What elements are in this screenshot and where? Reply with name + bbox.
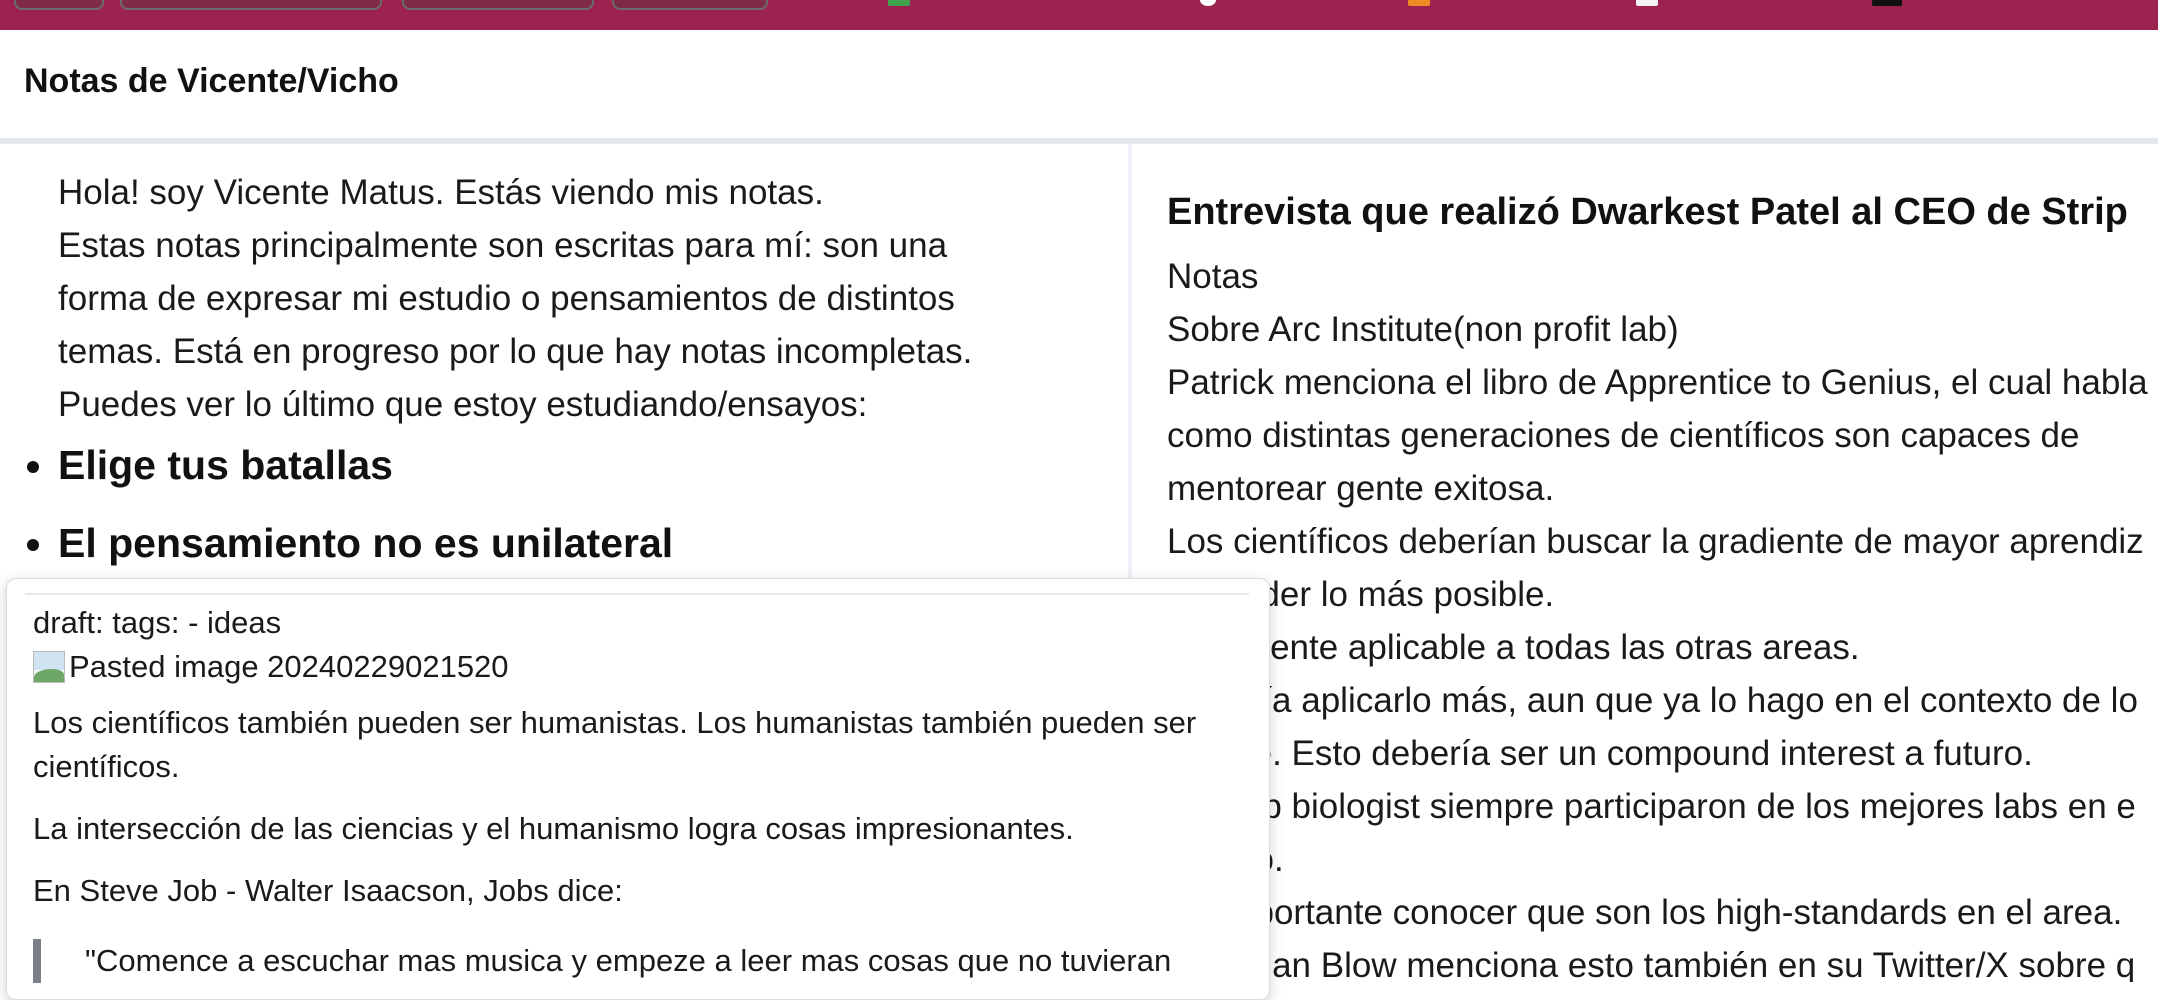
intro-line: Estas notas principalmente son escritas … — [58, 226, 948, 265]
intro-line: Puedes ver lo último que estoy estudiand… — [58, 385, 868, 424]
preview-frontmatter: draft: tags: - ideas — [33, 605, 282, 640]
stacked-note-panel[interactable]: Entrevista que realizó Dwarkest Patel al… — [1132, 144, 2158, 982]
preview-content: draft: tags: - ideas Pasted image 202402… — [33, 601, 1243, 983]
browser-bookmarks-bar — [0, 0, 2158, 30]
note-line: mentorear gente exitosa. — [1167, 469, 1555, 508]
note-line: Sobre Arc Institute(non profit lab) — [1167, 310, 1679, 349]
note-line: Los top biologist siempre participaron d… — [1167, 787, 2136, 826]
preview-paragraph: En Steve Job - Walter Isaacson, Jobs dic… — [33, 873, 623, 908]
preview-paragraph: La intersección de las ciencias y el hum… — [33, 811, 1074, 846]
bookmark-icon[interactable] — [1408, 0, 1430, 6]
note-article: Entrevista que realizó Dwarkest Patel al… — [1167, 186, 2158, 982]
note-line: Totalmente aplicable a todas las otras a… — [1167, 628, 1860, 667]
browser-tab[interactable] — [612, 0, 768, 10]
note-line: Aprender lo más posible. — [1167, 575, 1555, 614]
note-line: Jonathan Blow menciona esto también en s… — [1167, 946, 2136, 982]
preview-paragraph: científicos. — [33, 749, 180, 784]
note-line: Los científicos deberían buscar la gradi… — [1167, 522, 2144, 561]
browser-tab[interactable] — [14, 0, 104, 10]
browser-tab[interactable] — [402, 0, 594, 10]
note-line: Patrick menciona el libro de Apprentice … — [1167, 363, 2148, 402]
note-line: mundo. — [1167, 833, 2158, 886]
note-line: Debería aplicarlo más, aun que ya lo hag… — [1167, 681, 2138, 720]
intro-line: Hola! soy Vicente Matus. Estás viendo mi… — [58, 173, 824, 212]
preview-paragraph: Los científicos también pueden ser human… — [33, 705, 1197, 740]
popup-divider — [25, 593, 1249, 595]
link-preview-popup[interactable]: draft: tags: - ideas Pasted image 202402… — [6, 578, 1270, 1000]
note-line: que se. Esto debería ser un compound int… — [1167, 734, 2033, 773]
site-title[interactable]: Notas de Vicente/Vicho — [24, 62, 399, 101]
note-line: como distintas generaciones de científic… — [1167, 416, 2080, 455]
preview-blockquote: "Comence a escuchar mas musica y empeze … — [33, 939, 1243, 983]
preview-image: Pasted image 20240229021520 — [33, 645, 1243, 689]
note-link-elige-tus-batallas[interactable]: Elige tus batallas — [58, 442, 393, 488]
image-alt-text: Pasted image 20240229021520 — [69, 649, 509, 684]
calendar-icon[interactable] — [1636, 0, 1658, 6]
list-item: El pensamiento no es unilateral — [58, 504, 673, 582]
note-title: Entrevista que realizó Dwarkest Patel al… — [1167, 191, 2128, 233]
intro-line: forma de expresar mi estudio o pensamien… — [58, 279, 955, 318]
github-icon[interactable] — [1200, 0, 1216, 6]
browser-tab[interactable] — [120, 0, 382, 10]
intro-line: temas. Está en progreso por lo que hay n… — [58, 332, 973, 371]
list-item: Elige tus batallas — [58, 426, 673, 504]
sheets-icon[interactable] — [888, 0, 910, 6]
broken-image-icon — [33, 651, 65, 683]
note-line: Es importante conocer que son los high-s… — [1167, 893, 2123, 932]
recent-notes-list: Elige tus batallas El pensamiento no es … — [0, 426, 673, 582]
note-line: Notas — [1167, 257, 1259, 296]
intro-text: Hola! soy Vicente Matus. Estás viendo mi… — [58, 166, 1058, 431]
note-link-el-pensamiento-no-es-unilateral[interactable]: El pensamiento no es unilateral — [58, 520, 673, 566]
app-icon[interactable] — [1872, 0, 1902, 6]
site-header: Notas de Vicente/Vicho — [0, 30, 2158, 144]
